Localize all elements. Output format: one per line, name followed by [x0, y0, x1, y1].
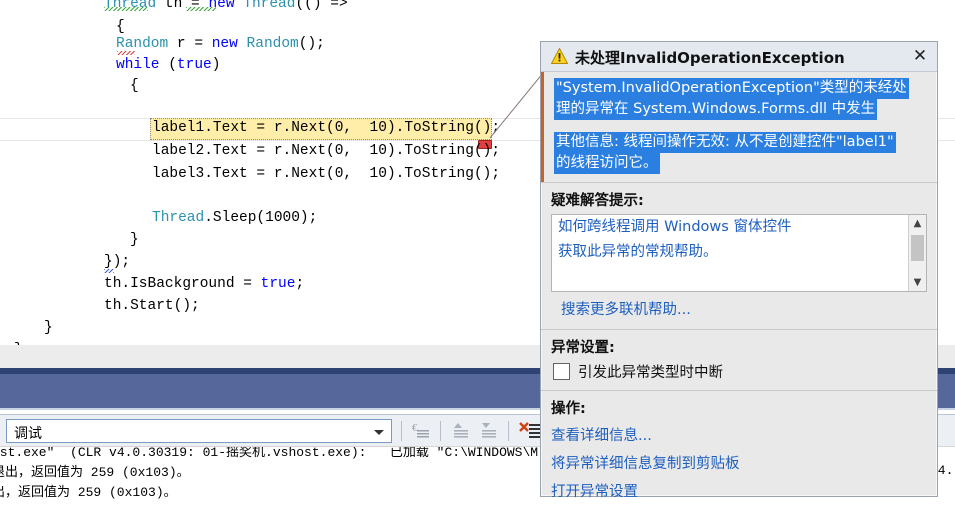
code-token: label3.Text = r.Next(0, 10).ToString();: [152, 166, 501, 182]
code-token: new: [208, 0, 235, 12]
code-token: ();: [298, 36, 325, 52]
warning-icon: [551, 48, 568, 64]
scroll-up-icon[interactable]: ▲: [909, 215, 926, 232]
troubleshooting-link-0[interactable]: 如何跨线程调用 Windows 窗体控件: [552, 215, 926, 240]
code-line: {: [130, 76, 139, 97]
troubleshooting-section: 疑难解答提示: 如何跨线程调用 Windows 窗体控件 获取此异常的常规帮助。…: [541, 183, 937, 329]
go-to-next-message-button[interactable]: [478, 420, 504, 442]
code-token: (: [159, 57, 177, 73]
code-token: Thread: [104, 0, 157, 12]
output-line: 出，返回值为 259 (0x103)。: [0, 485, 177, 500]
exception-settings-heading: 异常设置:: [551, 340, 615, 356]
exception-helper-dialog[interactable]: 未处理InvalidOperationException ✕ "System.I…: [540, 41, 938, 500]
toolbar-separator-1: [401, 421, 402, 441]
code-token: {: [130, 78, 139, 94]
toolbar-separator-2: [440, 421, 441, 441]
actions-section: 操作: 查看详细信息... 将异常详细信息复制到剪贴板 打开异常设置: [541, 391, 937, 514]
code-line: while (true): [116, 55, 220, 76]
troubleshooting-link-1[interactable]: 获取此异常的常规帮助。: [552, 240, 926, 265]
code-token: }: [130, 232, 139, 248]
exception-message-secondary-line-2: 的线程访问它。: [554, 153, 660, 174]
output-source-combo-value: 调试: [14, 426, 42, 442]
scrollbar-thumb[interactable]: [911, 235, 924, 261]
exception-message-secondary-line-1: 其他信息: 线程间操作无效: 从不是创建控件"label1": [554, 132, 896, 153]
code-token: true: [176, 57, 212, 73]
exception-message-primary-line-1: "System.InvalidOperationException"类型的未经处: [554, 78, 909, 99]
code-token: ): [211, 57, 221, 73]
code-token: }: [44, 320, 53, 336]
output-line: 退出，返回值为 259 (0x103)。: [0, 465, 190, 480]
code-token: th =: [156, 0, 209, 12]
code-token: new: [211, 36, 238, 52]
copy-exception-details-link[interactable]: 将异常详细信息复制到剪贴板: [551, 450, 927, 478]
troubleshooting-tips-box[interactable]: 如何跨线程调用 Windows 窗体控件 获取此异常的常规帮助。 ▲ ▼: [551, 214, 927, 292]
code-line: th.IsBackground = true;: [104, 274, 304, 295]
code-token: .Sleep(1000);: [204, 210, 318, 226]
exception-message-area: "System.InvalidOperationException"类型的未经处…: [541, 72, 937, 182]
search-online-help-link[interactable]: 搜索更多联机帮助...: [551, 292, 927, 321]
chevron-down-icon[interactable]: [374, 430, 384, 435]
exception-message-primary-line-2: 理的异常在 System.Windows.Forms.dll 中发生: [554, 99, 878, 120]
code-token: th.IsBackground =: [104, 276, 261, 292]
open-exception-settings-link[interactable]: 打开异常设置: [551, 478, 927, 506]
code-token: while: [116, 57, 160, 73]
code-line: });: [104, 252, 130, 273]
code-line: th.Start();: [104, 296, 200, 317]
code-token: th.Start();: [104, 298, 200, 314]
exception-dialog-header: 未处理InvalidOperationException ✕: [541, 42, 937, 72]
code-token: label2.Text = r.Next(0, 10).ToString();: [152, 143, 501, 159]
actions-heading: 操作:: [551, 401, 586, 417]
code-line: label2.Text = r.Next(0, 10).ToString();: [152, 141, 500, 162]
svg-text:€: €: [412, 422, 418, 434]
break-on-exception-checkbox[interactable]: [553, 363, 570, 380]
code-token: r =: [168, 36, 212, 52]
code-token: Random: [116, 36, 169, 52]
code-line: label1.Text = r.Next(0, 10).ToString();: [152, 118, 500, 139]
code-token: Thread: [152, 210, 205, 226]
code-token: });: [104, 254, 131, 270]
code-token: (() =>: [295, 0, 348, 12]
code-token: label1.Text = r.Next(0, 10).ToString();: [152, 120, 501, 136]
code-token: {: [116, 19, 125, 35]
code-line: }: [130, 230, 139, 251]
troubleshooting-heading: 疑难解答提示:: [551, 193, 644, 209]
code-token: Random: [246, 36, 299, 52]
go-to-previous-message-button[interactable]: [450, 420, 476, 442]
code-line: }: [44, 318, 53, 339]
output-source-combo[interactable]: 调试: [6, 419, 392, 443]
code-line: Random r = new Random();: [116, 34, 325, 55]
scroll-down-icon[interactable]: ▼: [909, 274, 926, 291]
exception-dialog-title: 未处理InvalidOperationException: [575, 49, 845, 67]
code-token: Thread: [243, 0, 296, 12]
code-token: true: [260, 276, 296, 292]
code-line: label3.Text = r.Next(0, 10).ToString();: [152, 164, 500, 185]
view-details-link[interactable]: 查看详细信息...: [551, 422, 927, 450]
code-line: Thread.Sleep(1000);: [152, 208, 317, 229]
toolbar-separator-3: [508, 421, 509, 441]
output-line: ost.exe" (CLR v4.0.30319: 01-摇奖机.vshost.…: [0, 446, 539, 460]
tips-scrollbar[interactable]: ▲ ▼: [908, 215, 926, 291]
find-message-button[interactable]: €: [410, 420, 436, 442]
close-icon[interactable]: ✕: [909, 46, 931, 67]
code-line: Thread th = new Thread(() =>: [104, 0, 348, 15]
break-on-exception-label: 引发此异常类型时中断: [578, 365, 723, 381]
exception-settings-section: 异常设置: 引发此异常类型时中断: [541, 330, 937, 390]
break-on-exception-row[interactable]: 引发此异常类型时中断: [551, 361, 927, 382]
code-token: ;: [295, 276, 305, 292]
